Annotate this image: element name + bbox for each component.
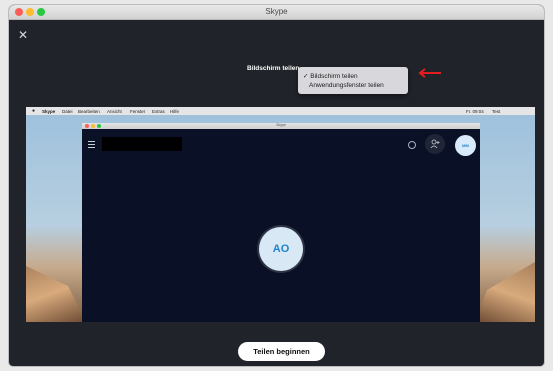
title-bar: Skype (9, 5, 544, 20)
menubar-app: Skype (42, 109, 56, 114)
menubar-item: Ansicht (107, 109, 122, 114)
share-mode-label[interactable]: Bildschirm teilen (247, 65, 299, 72)
skype-window: Skype ✕ Bildschirm teilen ✓ Bildschirm t… (9, 5, 544, 366)
screen-preview: ● Skype Datei Bearbeiten Ansicht Fenster… (26, 107, 535, 322)
red-arrow-icon (418, 68, 441, 78)
settings-icon (408, 141, 416, 149)
window-title: Skype (265, 7, 288, 16)
menubar-clock: Fr. 09:04 (466, 109, 484, 114)
desert-dune-left (26, 266, 86, 322)
contact-avatar: AO (259, 227, 303, 271)
desert-dune-right (475, 262, 535, 322)
menubar-user: Test (492, 109, 501, 114)
menubar-item: Bearbeiten (78, 109, 100, 114)
dropdown-option-screen[interactable]: ✓ Bildschirm teilen (303, 72, 358, 80)
add-person-icon (425, 134, 445, 154)
start-sharing-button[interactable]: Teilen beginnen (238, 342, 325, 361)
menubar-item: Hilfe (170, 109, 180, 114)
menubar-item: Fenster (130, 109, 146, 114)
checkmark-icon: ✓ (303, 73, 309, 80)
inner-title-bar: Skype (82, 123, 480, 129)
mac-menu-bar: ● Skype Datei Bearbeiten Ansicht Fenster… (26, 107, 535, 115)
menubar-item: Datei (62, 109, 73, 114)
self-avatar: MM (455, 135, 476, 156)
close-icon[interactable]: ✕ (18, 29, 28, 41)
apple-icon: ● (32, 108, 36, 114)
inner-skype-window: Skype MM AO (82, 123, 480, 322)
menubar-item: Extras (152, 109, 165, 114)
share-mode-dropdown[interactable]: ✓ Bildschirm teilen Anwendungsfenster te… (298, 67, 408, 94)
hamburger-icon (88, 141, 95, 148)
redacted-area (102, 137, 182, 151)
inner-window-title: Skype (276, 123, 286, 127)
dropdown-option-window[interactable]: Anwendungsfenster teilen (309, 82, 384, 89)
